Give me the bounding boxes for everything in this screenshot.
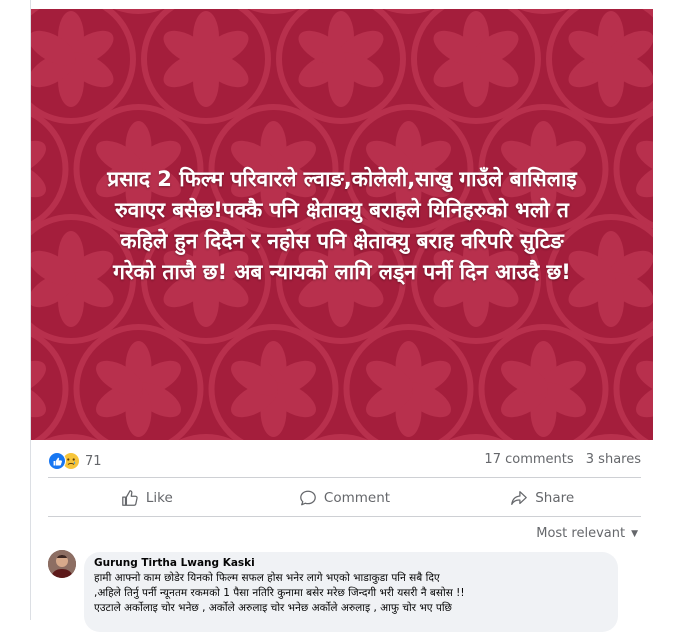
pattern-rosette bbox=[313, 434, 369, 440]
pattern-rosette bbox=[411, 9, 541, 124]
pattern-rosette bbox=[31, 9, 136, 124]
reaction-count: 71 bbox=[85, 453, 102, 469]
pattern-rosette bbox=[613, 329, 653, 440]
comment-icon bbox=[300, 490, 316, 506]
comment-author[interactable]: Gurung Tirtha Lwang Kaski bbox=[94, 557, 255, 569]
pattern-rosette bbox=[478, 324, 609, 440]
pattern-rosette bbox=[546, 9, 653, 124]
comment-sort-dropdown[interactable]: Most relevant ▼ bbox=[536, 526, 638, 541]
comment-line: एउटाले अर्कोलाइ चोर भनेछ , अर्कोले अरुला… bbox=[94, 602, 452, 614]
caret-down-icon: ▼ bbox=[631, 528, 638, 539]
divider bbox=[48, 516, 641, 517]
like-button[interactable]: Like bbox=[48, 482, 246, 514]
like-label: Like bbox=[145, 490, 173, 506]
shares-count[interactable]: 3 shares bbox=[586, 452, 641, 467]
comment-label: Comment bbox=[323, 490, 391, 506]
reactions-summary[interactable]: 71 bbox=[48, 452, 102, 470]
post-text-line: कहिले हुन दिदैन र नहोस पनि क्षेताक्यु बर… bbox=[120, 229, 564, 253]
comment-share-counts: 17 comments 3 shares bbox=[476, 452, 641, 467]
comment-line: हामी आफ्नो काम छोडेर यिनको फिल्म सफल होस… bbox=[94, 572, 440, 584]
post-text-line: गरेको ताजै छ! अब न्यायको लागि लड्न पर्नी… bbox=[113, 260, 571, 284]
pattern-rosette bbox=[276, 9, 406, 124]
post-text-line: रुवाएर बसेछ!पक्कै पनि क्षेताक्यु बराहले … bbox=[115, 198, 569, 222]
pattern-rosette bbox=[448, 434, 504, 440]
comment-bubble: Gurung Tirtha Lwang Kaski हामी आफ्नो काम… bbox=[84, 552, 618, 632]
comment-text: हामी आफ्नो काम छोडेर यिनको फिल्म सफल होस… bbox=[94, 571, 614, 616]
like-icon bbox=[48, 452, 66, 470]
post-actions: Like Comment Share bbox=[48, 482, 641, 514]
pattern-rosette bbox=[113, 9, 164, 14]
post-text-line: प्रसाद 2 फिल्म परिवारले ल्वाङ,कोलेली,साख… bbox=[107, 167, 577, 191]
pattern-rosette bbox=[73, 324, 204, 440]
pattern-rosette bbox=[141, 9, 271, 124]
sort-label: Most relevant bbox=[536, 526, 626, 541]
divider bbox=[48, 477, 641, 478]
post-image[interactable]: प्रसाद 2 फिल्म परिवारले ल्वाङ,कोलेली,साख… bbox=[31, 9, 653, 440]
pattern-rosette bbox=[208, 324, 339, 440]
comment-button[interactable]: Comment bbox=[246, 482, 444, 514]
share-label: Share bbox=[535, 490, 575, 506]
pattern-rosette bbox=[31, 330, 69, 440]
pattern-rosette bbox=[383, 9, 434, 14]
share-button[interactable]: Share bbox=[443, 482, 641, 514]
pattern-rosette bbox=[178, 434, 234, 440]
thumbs-up-icon bbox=[122, 490, 138, 506]
comment-line: ,अहिले तिर्नु पर्नी न्यूनतम रकमको 1 पैसा… bbox=[94, 587, 465, 599]
post-image-text: प्रसाद 2 फिल्म परिवारले ल्वाङ,कोलेली,साख… bbox=[31, 164, 653, 288]
post-stats-bar: 71 17 comments 3 shares bbox=[48, 448, 645, 474]
pattern-rosette bbox=[248, 9, 299, 14]
share-icon bbox=[511, 491, 528, 505]
pattern-rosette bbox=[343, 324, 474, 440]
comments-count[interactable]: 17 comments bbox=[484, 452, 573, 467]
avatar[interactable] bbox=[48, 550, 76, 578]
pattern-rosette bbox=[518, 9, 569, 14]
